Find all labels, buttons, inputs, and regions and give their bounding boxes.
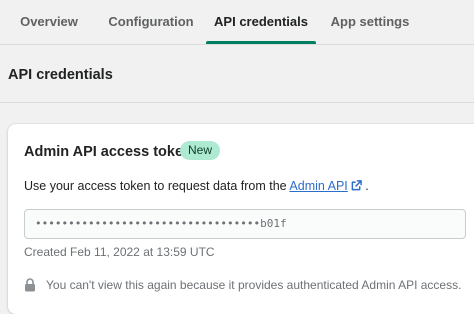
- tab-app-settings[interactable]: App settings: [326, 0, 414, 44]
- card-title: Admin API access token: [24, 144, 192, 160]
- description-suffix: .: [361, 179, 369, 193]
- tab-configuration[interactable]: Configuration: [104, 0, 198, 44]
- description-text: Use your access token to request data fr…: [24, 179, 290, 193]
- warning-message: You can't view this again because it pro…: [24, 276, 461, 294]
- page-title: API credentials: [8, 67, 113, 83]
- warning-text: You can't view this again because it pro…: [46, 278, 462, 292]
- tab-api-credentials-label: API credentials: [214, 14, 308, 29]
- admin-api-link-label: Admin API: [289, 179, 348, 193]
- tab-configuration-label: Configuration: [108, 14, 194, 29]
- access-token-card: Admin API access token New Use your acce…: [8, 124, 474, 314]
- active-tab-indicator: [206, 41, 316, 44]
- new-badge: New: [180, 141, 221, 160]
- admin-api-link[interactable]: Admin API: [289, 179, 347, 193]
- lock-icon: [24, 278, 36, 292]
- access-token-field[interactable]: ••••••••••••••••••••••••••••••••••b01f: [24, 209, 466, 239]
- section-divider: [0, 102, 474, 103]
- tab-overview[interactable]: Overview: [10, 0, 88, 44]
- external-link-icon[interactable]: [351, 180, 362, 194]
- tab-bar: Overview Configuration API credentials A…: [0, 0, 474, 45]
- tab-app-settings-label: App settings: [330, 14, 410, 29]
- created-timestamp: Created Feb 11, 2022 at 13:59 UTC: [24, 245, 215, 259]
- card-description: Use your access token to request data fr…: [24, 179, 369, 194]
- tab-api-credentials[interactable]: API credentials: [206, 0, 316, 44]
- tab-overview-label: Overview: [20, 14, 78, 29]
